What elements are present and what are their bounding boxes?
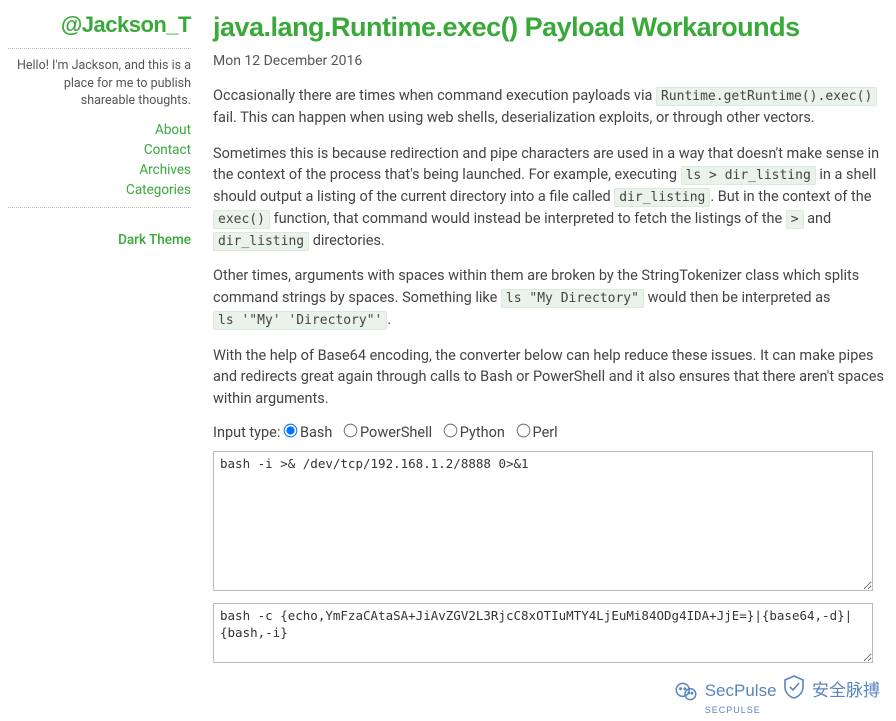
input-type-label: Input type:	[213, 424, 284, 441]
code-dirlisting-2: dir_listing	[213, 232, 309, 251]
code-runtime-exec: Runtime.getRuntime().exec()	[656, 87, 877, 106]
nav-contact[interactable]: Contact	[144, 142, 191, 158]
code-ls-split: ls '"My' 'Directory"'	[213, 311, 387, 330]
input-textarea[interactable]	[213, 451, 873, 591]
code-ls-mydir: ls "My Directory"	[501, 289, 644, 308]
code-dirlisting: dir_listing	[614, 188, 710, 207]
divider	[8, 48, 191, 49]
radio-powershell-label[interactable]: PowerShell	[344, 424, 432, 441]
text: fail. This can happen when using web she…	[213, 109, 815, 126]
radio-bash[interactable]	[284, 423, 298, 437]
text: would then be interpreted as	[644, 289, 831, 306]
nav-archives[interactable]: Archives	[139, 162, 191, 178]
code-ls-redirect: ls > dir_listing	[681, 166, 816, 185]
watermark-sub: SECPULSE	[705, 705, 880, 715]
text: . But in the context of the	[710, 188, 871, 205]
text: Occasionally there are times when comman…	[213, 87, 656, 104]
site-handle: @Jackson_T	[8, 12, 191, 38]
nav-about[interactable]: About	[155, 122, 191, 138]
article-title: java.lang.Runtime.exec() Payload Workaro…	[213, 12, 888, 43]
output-textarea[interactable]	[213, 603, 873, 663]
code-gt: >	[786, 210, 804, 229]
site-handle-link[interactable]: @Jackson_T	[61, 12, 191, 37]
text: .	[387, 311, 391, 328]
sidebar-nav: About Contact Archives Categories	[8, 120, 191, 201]
article: java.lang.Runtime.exec() Payload Workaro…	[203, 12, 888, 667]
nav-categories[interactable]: Categories	[126, 182, 191, 198]
text: function, that command would instead be …	[270, 210, 786, 227]
radio-powershell-text: PowerShell	[360, 424, 432, 441]
radio-python[interactable]	[443, 423, 457, 437]
wechat-icon	[673, 679, 699, 710]
paragraph-4: With the help of Base64 encoding, the co…	[213, 345, 888, 410]
code-exec: exec()	[213, 210, 270, 229]
paragraph-2: Sometimes this is because redirection an…	[213, 143, 888, 252]
sidebar: @Jackson_T Hello! I'm Jackson, and this …	[8, 12, 203, 667]
dark-theme-link[interactable]: Dark Theme	[118, 232, 191, 248]
radio-python-label[interactable]: Python	[444, 424, 505, 441]
article-date: Mon 12 December 2016	[213, 53, 888, 69]
paragraph-3: Other times, arguments with spaces withi…	[213, 265, 888, 330]
radio-python-text: Python	[460, 424, 505, 441]
watermark-brand-cn: 安全脉搏	[812, 681, 880, 700]
shield-icon	[781, 674, 807, 705]
radio-perl[interactable]	[516, 423, 530, 437]
text: and	[804, 210, 832, 227]
tagline: Hello! I'm Jackson, and this is a place …	[8, 57, 191, 110]
watermark: SecPulse 安全脉搏 SECPULSE	[673, 674, 880, 715]
radio-bash-text: Bash	[300, 424, 332, 441]
radio-powershell[interactable]	[344, 423, 358, 437]
paragraph-1: Occasionally there are times when comman…	[213, 85, 888, 129]
input-type-row: Input type: Bash PowerShell Python Perl	[213, 424, 888, 441]
text: directories.	[309, 232, 385, 249]
radio-perl-text: Perl	[533, 424, 558, 441]
radio-bash-label[interactable]: Bash	[284, 424, 332, 441]
watermark-brand-prefix: SecPulse	[705, 681, 777, 700]
radio-perl-label[interactable]: Perl	[517, 424, 558, 441]
divider	[8, 207, 191, 208]
